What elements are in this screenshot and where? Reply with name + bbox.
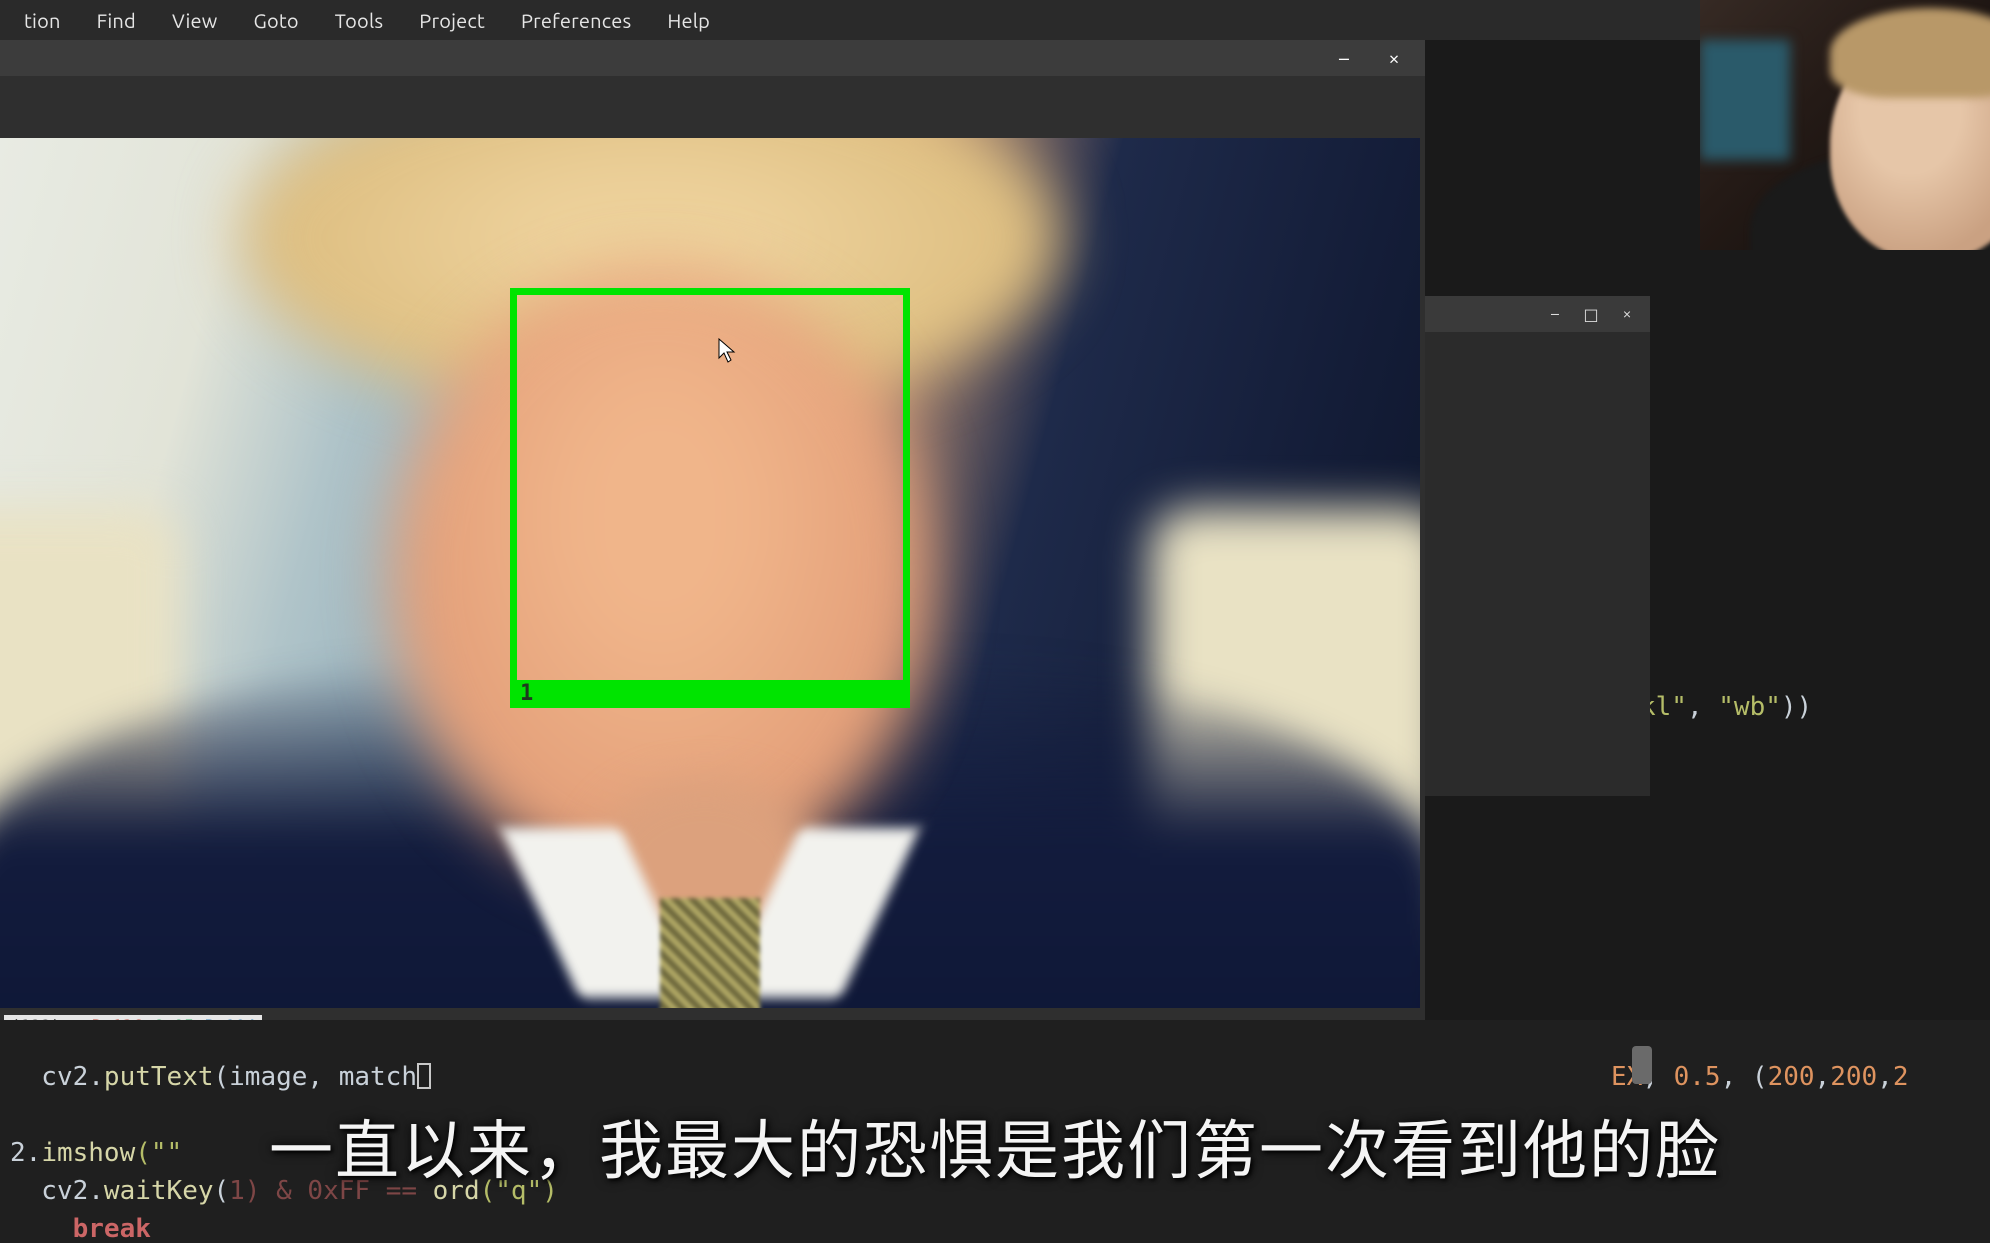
menu-item-tools[interactable]: Tools bbox=[317, 5, 401, 36]
webcam-overlay bbox=[1700, 0, 1990, 250]
code-editor[interactable]: cv2.putText(image, matchEX, 0.5, (200,20… bbox=[0, 1020, 1990, 1243]
menu-item-find[interactable]: Find bbox=[79, 5, 154, 36]
menu-item-help[interactable]: Help bbox=[649, 5, 728, 36]
code-line-2: 2.imshow("" bbox=[10, 1138, 182, 1168]
webcam-bg bbox=[1700, 40, 1790, 160]
code-right-snippet: kl", "wb")) bbox=[1640, 688, 1812, 726]
imshow-titlebar[interactable]: – × bbox=[0, 40, 1425, 76]
code-line-1: cv2.putText(image, matchEX, 0.5, (200,20… bbox=[10, 1062, 1908, 1092]
close-icon[interactable]: × bbox=[1618, 305, 1636, 323]
text-cursor bbox=[417, 1063, 431, 1089]
menu-bar: tion Find View Goto Tools Project Prefer… bbox=[0, 0, 1990, 40]
maximize-icon[interactable]: □ bbox=[1582, 305, 1600, 323]
menu-item-view[interactable]: View bbox=[154, 5, 236, 36]
minimize-icon[interactable]: – bbox=[1546, 305, 1564, 323]
code-line-3: cv2.waitKey(1) & 0xFF == ord("q") bbox=[10, 1176, 558, 1206]
detection-box: 1 bbox=[510, 288, 910, 708]
menu-item-preferences[interactable]: Preferences bbox=[503, 5, 649, 36]
scrollbar-thumb[interactable] bbox=[1632, 1046, 1652, 1084]
code-line-4: break bbox=[10, 1214, 151, 1243]
webcam-person-hair bbox=[1830, 8, 1990, 98]
menu-item-project[interactable]: Project bbox=[401, 5, 503, 36]
close-icon[interactable]: × bbox=[1383, 47, 1405, 69]
code-line-blank bbox=[10, 1100, 26, 1130]
menu-item[interactable]: tion bbox=[6, 5, 79, 36]
photo-tie bbox=[660, 898, 760, 1008]
imshow-canvas: 1 bbox=[0, 138, 1420, 1008]
minimize-icon[interactable]: – bbox=[1333, 47, 1355, 69]
imshow-window: – × 1 (122) ~ R:136 G:95 B:104 bbox=[0, 40, 1425, 1043]
detection-label: 1 bbox=[510, 680, 910, 708]
menu-item-goto[interactable]: Goto bbox=[236, 5, 317, 36]
